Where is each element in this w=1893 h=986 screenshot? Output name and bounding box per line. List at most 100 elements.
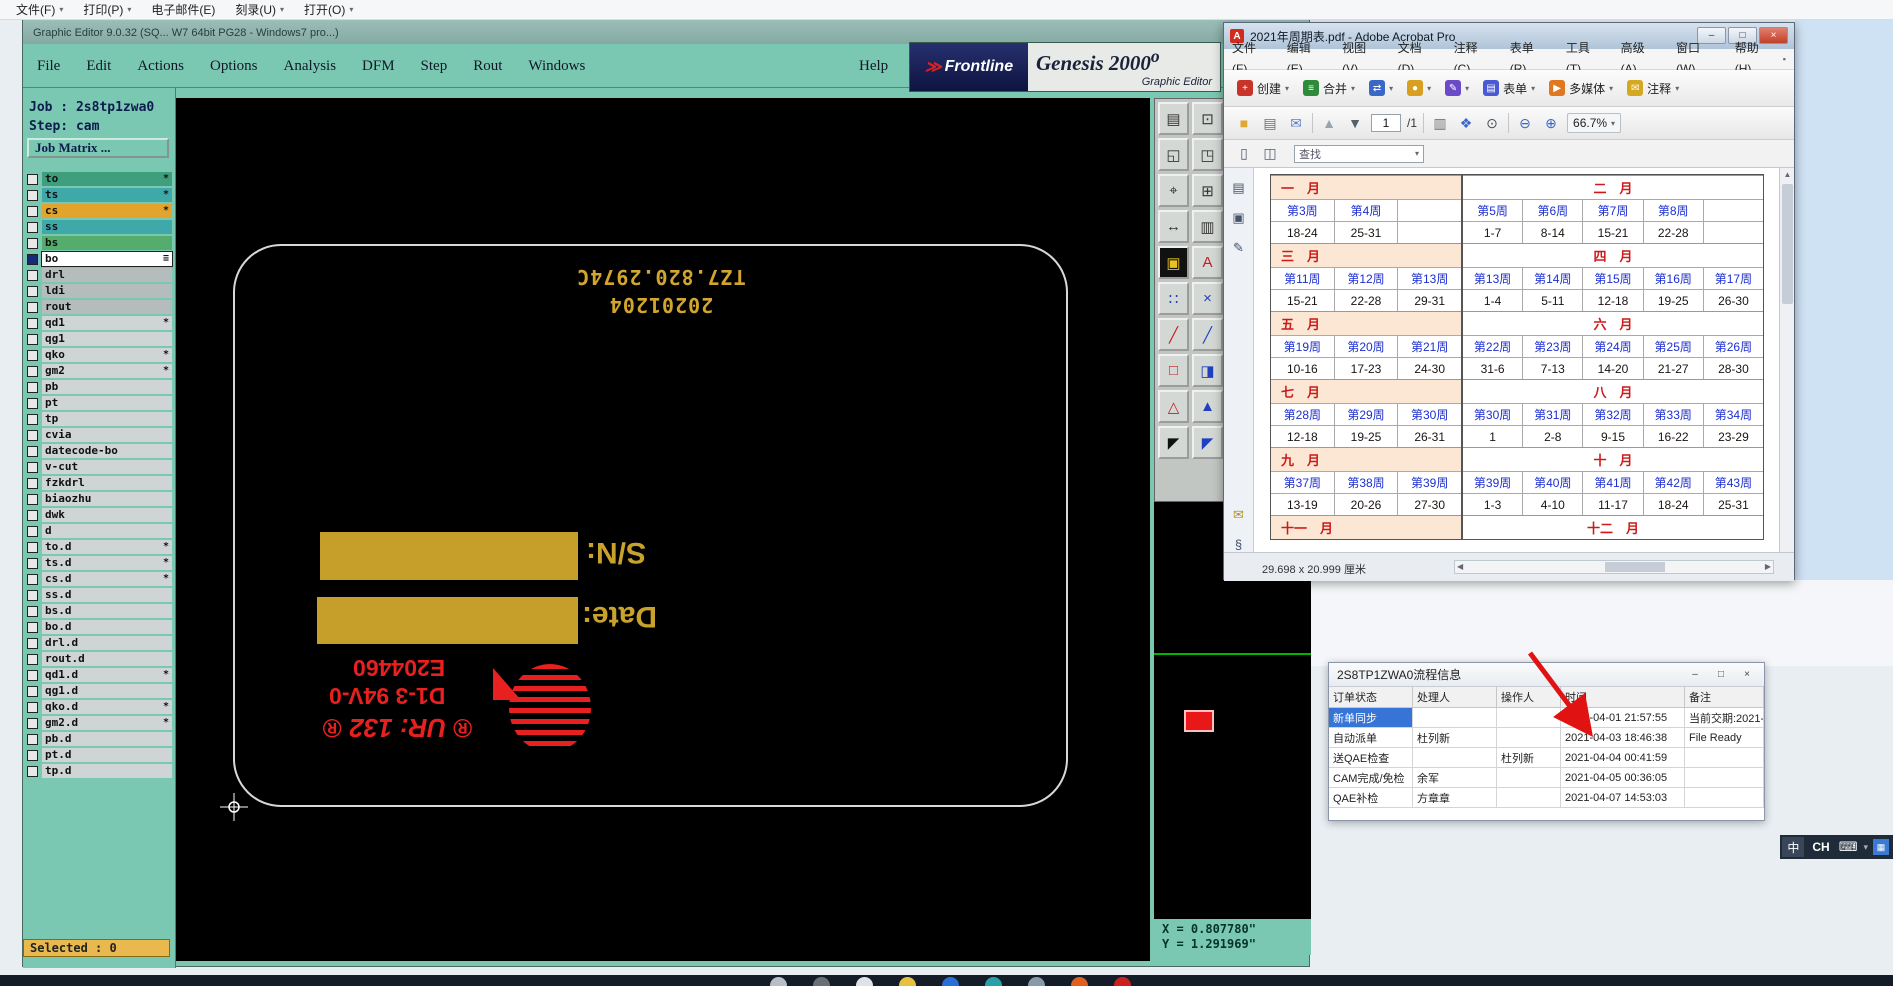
next-view-icon[interactable]: ▼: [1345, 112, 1365, 134]
layer-name[interactable]: biaozhu: [42, 492, 172, 506]
layer-name[interactable]: bs: [42, 236, 172, 250]
layers-panel-icon[interactable]: ▣: [1232, 210, 1244, 226]
calendar-date-cell[interactable]: 8-14: [1522, 221, 1583, 243]
calendar-date-cell[interactable]: 22-28: [1642, 221, 1703, 243]
layer-visibility-checkbox[interactable]: [27, 221, 38, 233]
forms-button[interactable]: ▤ 表单 ▾: [1478, 77, 1540, 100]
flow-cell[interactable]: 余军: [1413, 768, 1497, 788]
taskbar-icon[interactable]: [770, 977, 787, 986]
calendar-week-cell[interactable]: 第20周: [1333, 335, 1398, 357]
calendar-date-cell[interactable]: 9-15: [1582, 425, 1643, 447]
calendar-week-cell[interactable]: 第8周: [1642, 199, 1703, 221]
layer-name[interactable]: pb: [42, 380, 172, 394]
horizontal-scrollbar[interactable]: ◀ ▶: [1454, 560, 1774, 574]
menu-edit[interactable]: Edit: [86, 58, 111, 75]
close-button[interactable]: ×: [1734, 667, 1760, 683]
flow-cell[interactable]: 方章章: [1413, 788, 1497, 808]
calendar-week-cell[interactable]: 第42周: [1642, 471, 1703, 493]
previous-view-icon[interactable]: ▲: [1319, 112, 1339, 134]
layer-name[interactable]: drl.d: [42, 636, 172, 650]
flow-cell[interactable]: 2021-04-05 00:36:05: [1561, 768, 1685, 788]
layer-name[interactable]: qg1: [42, 332, 172, 346]
layer-name[interactable]: gm2.d *: [42, 716, 172, 730]
calendar-week-cell[interactable]: [1702, 199, 1764, 221]
zoom-window-icon[interactable]: ◳: [1192, 138, 1223, 171]
language-options-caret[interactable]: ▾: [1860, 842, 1871, 853]
calendar-date-cell[interactable]: [1397, 221, 1462, 243]
calendar-date-cell[interactable]: 12-18: [1271, 425, 1334, 447]
layer-name[interactable]: ss.d: [42, 588, 172, 602]
flow-cell[interactable]: [1685, 748, 1764, 768]
taskbar-icon[interactable]: [942, 977, 959, 986]
layer-visibility-checkbox[interactable]: [27, 253, 38, 265]
calendar-week-cell[interactable]: 第13周: [1397, 267, 1462, 289]
calendar-week-cell[interactable]: 第23周: [1522, 335, 1583, 357]
calendar-date-cell[interactable]: 2-8: [1522, 425, 1583, 447]
layer-visibility-checkbox[interactable]: [27, 525, 38, 537]
layer-name[interactable]: gm2 *: [42, 364, 172, 378]
calendar-week-cell[interactable]: 第11周: [1271, 267, 1334, 289]
sign-button[interactable]: ✎ ▾: [1440, 77, 1474, 99]
calendar-date-cell[interactable]: 1: [1463, 425, 1523, 447]
layer-visibility-checkbox[interactable]: [27, 445, 38, 457]
layer-visibility-checkbox[interactable]: [27, 365, 38, 377]
rect-blue-tool-icon[interactable]: ◨: [1192, 354, 1223, 387]
flow-cell[interactable]: [1685, 788, 1764, 808]
cursor-query-tool-icon[interactable]: ◤: [1192, 426, 1223, 459]
calendar-date-cell[interactable]: 25-31: [1702, 493, 1764, 515]
highlight-tool-icon[interactable]: ▣: [1158, 246, 1189, 279]
layer-visibility-checkbox[interactable]: [27, 205, 38, 217]
calendar-week-cell[interactable]: 第17周: [1702, 267, 1764, 289]
calendar-date-cell[interactable]: 18-24: [1642, 493, 1703, 515]
calendar-week-cell[interactable]: 第28周: [1271, 403, 1334, 425]
crosshair-tool-icon[interactable]: ⌖: [1158, 174, 1189, 207]
layer-name[interactable]: cvia: [42, 428, 172, 442]
calendar-date-cell[interactable]: 5-11: [1522, 289, 1583, 311]
menu-analysis[interactable]: Analysis: [284, 58, 337, 75]
zoom-out-icon[interactable]: ⊖: [1515, 112, 1535, 134]
taskbar-icon[interactable]: [856, 977, 873, 986]
calendar-date-cell[interactable]: 1-4: [1463, 289, 1523, 311]
layer-visibility-checkbox[interactable]: [27, 237, 38, 249]
flow-cell[interactable]: 送QAE检查: [1329, 748, 1413, 768]
calendar-date-cell[interactable]: 1-7: [1463, 221, 1523, 243]
find-input[interactable]: 查找 ▾: [1294, 144, 1424, 163]
taskbar-icon[interactable]: [813, 977, 830, 986]
scrollbar-thumb[interactable]: [1782, 184, 1793, 304]
calendar-week-cell[interactable]: 第15周: [1582, 267, 1643, 289]
calendar-date-cell[interactable]: 15-21: [1271, 289, 1334, 311]
delete-tool-icon[interactable]: ×: [1192, 282, 1223, 315]
maximize-button[interactable]: □: [1708, 667, 1734, 683]
single-page-view-icon[interactable]: ▯: [1234, 143, 1254, 165]
combine-button[interactable]: ≡ 合并 ▾: [1298, 77, 1360, 100]
layer-name[interactable]: v-cut: [42, 460, 172, 474]
ime-toolbar-icon[interactable]: ▦: [1873, 839, 1889, 855]
flow-cell[interactable]: 2021-04-04 00:41:59: [1561, 748, 1685, 768]
flow-cell[interactable]: 杜列新: [1497, 748, 1561, 768]
page-thumbnails-icon[interactable]: ▤: [1232, 180, 1244, 196]
calendar-date-cell[interactable]: 18-24: [1271, 221, 1334, 243]
calendar-week-cell[interactable]: 第3周: [1271, 199, 1334, 221]
calendar-week-cell[interactable]: 第39周: [1463, 471, 1523, 493]
taskbar-icon[interactable]: [1071, 977, 1088, 986]
minimize-button[interactable]: –: [1682, 667, 1708, 683]
pan-window-icon[interactable]: ◱: [1158, 138, 1189, 171]
layer-name[interactable]: bo ≡: [41, 251, 173, 267]
calendar-date-cell[interactable]: 13-19: [1271, 493, 1334, 515]
layer-visibility-checkbox[interactable]: [27, 541, 38, 553]
flow-cell[interactable]: QAE补检: [1329, 788, 1413, 808]
menu-help[interactable]: Help: [859, 44, 888, 88]
layer-name[interactable]: ss: [42, 220, 172, 234]
calendar-date-cell[interactable]: 19-25: [1333, 425, 1398, 447]
explorer-menu-item[interactable]: 电子邮件(E): [145, 0, 229, 20]
menu-options[interactable]: Options: [210, 58, 258, 75]
create-button[interactable]: + 创建 ▾: [1232, 77, 1294, 100]
layer-visibility-checkbox[interactable]: [27, 381, 38, 393]
calendar-week-cell[interactable]: 第5周: [1463, 199, 1523, 221]
menu-windows[interactable]: Windows: [528, 58, 585, 75]
zoom-level-dropdown[interactable]: 66.7% ▾: [1567, 113, 1622, 133]
signatures-panel-icon[interactable]: ✎: [1233, 240, 1244, 256]
triangle-red-tool-icon[interactable]: △: [1158, 390, 1189, 423]
layer-visibility-checkbox[interactable]: [27, 557, 38, 569]
calendar-week-cell[interactable]: 第16周: [1642, 267, 1703, 289]
